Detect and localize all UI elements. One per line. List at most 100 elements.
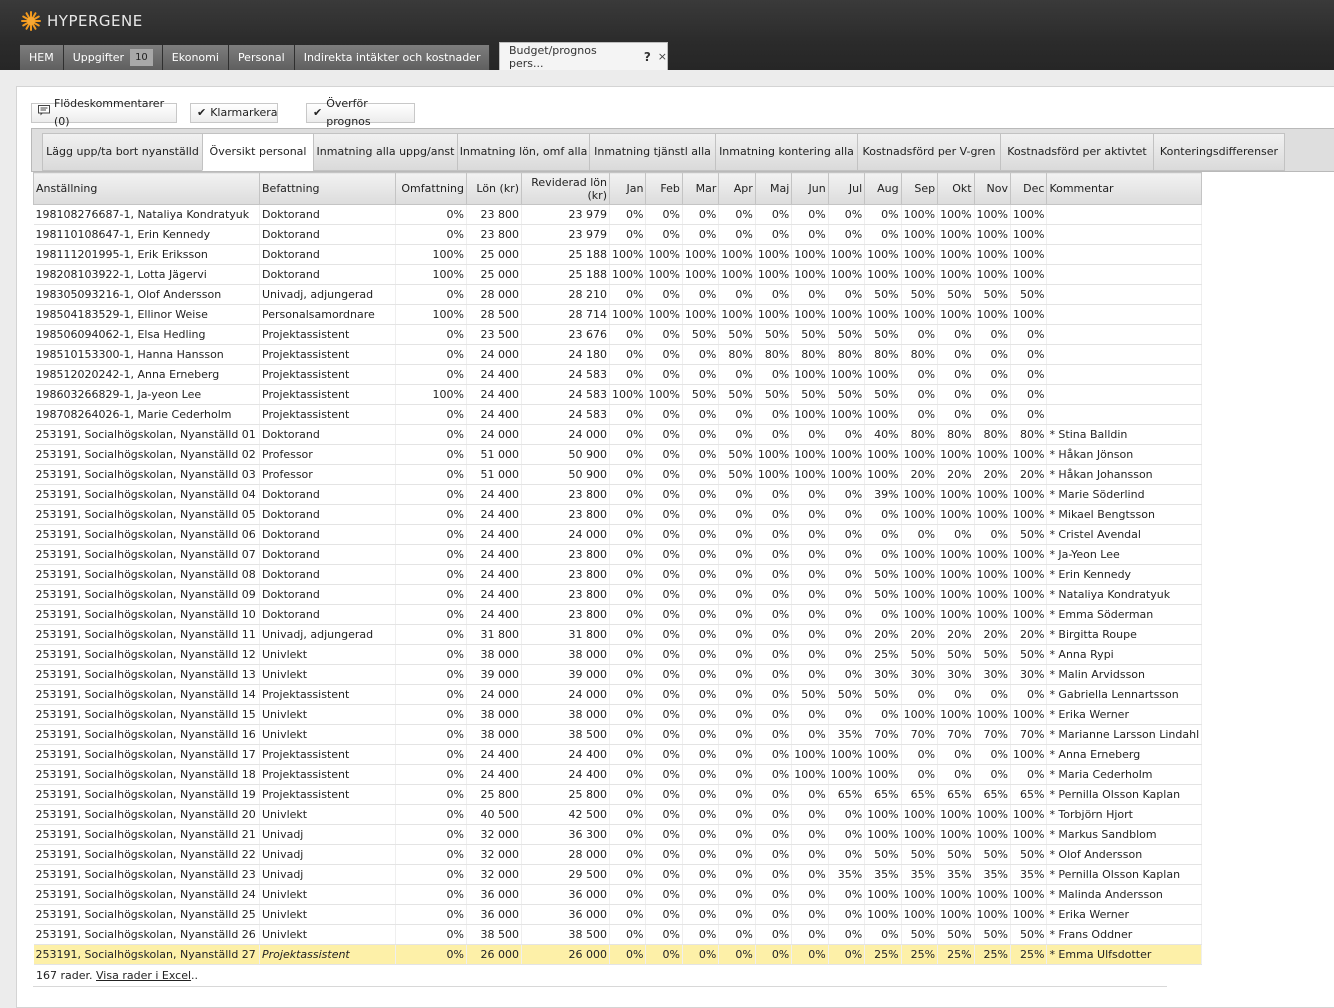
table-row[interactable]: 198603266829-1, Ja-yeon Lee Projektassist…: [33, 384, 1203, 405]
position-cell: Doktorand: [259, 264, 396, 285]
table-row[interactable]: 253191, Socialhögskolan, Nyanställd 03 Pr…: [33, 464, 1203, 485]
column-header[interactable]: Apr: [718, 172, 756, 205]
subtab-input-posting[interactable]: Inmatning kontering alla: [715, 133, 858, 171]
table-row[interactable]: 253191, Socialhögskolan, Nyanställd 20 Un…: [33, 804, 1203, 825]
column-header[interactable]: Maj: [754, 172, 793, 205]
subtab-posting-differences[interactable]: Konteringsdifferenser: [1153, 133, 1285, 171]
column-header[interactable]: Lön (kr): [466, 172, 522, 205]
column-header[interactable]: Sep: [900, 172, 939, 205]
table-row[interactable]: 253191, Socialhögskolan, Nyanställd 25 Un…: [33, 904, 1203, 925]
help-icon[interactable]: ?: [644, 50, 651, 64]
value-cell: 0%: [395, 544, 467, 565]
position-cell: Univlekt: [259, 904, 396, 925]
hypergene-logo[interactable]: HYPERGENE: [20, 10, 143, 32]
value-cell: 0%: [395, 464, 467, 485]
table-row[interactable]: 253191, Socialhögskolan, Nyanställd 27 Pr…: [33, 944, 1203, 965]
subtab-input-salary[interactable]: Inmatning lön, omf alla: [457, 133, 590, 171]
value-cell: 0%: [864, 204, 902, 225]
comment-cell: [1046, 344, 1203, 365]
column-header[interactable]: Dec: [1009, 172, 1048, 205]
table-row[interactable]: 253191, Socialhögskolan, Nyanställd 09 Do…: [33, 584, 1203, 605]
value-cell: 0%: [901, 324, 939, 345]
column-header[interactable]: Feb: [645, 172, 683, 205]
subtab-cost-per-branch[interactable]: Kostnadsförd per V-gren: [857, 133, 1001, 171]
table-row[interactable]: 253191, Socialhögskolan, Nyanställd 05 Do…: [33, 504, 1203, 525]
open-document-tab[interactable]: Budget/prognos pers... ? ×: [499, 42, 668, 70]
column-header[interactable]: Befattning: [259, 172, 396, 205]
subtab-personnel-overview[interactable]: Översikt personal: [202, 133, 314, 171]
table-row[interactable]: 253191, Socialhögskolan, Nyanställd 26 Un…: [33, 924, 1203, 945]
column-header[interactable]: Jun: [791, 172, 829, 205]
nav-tab-hem[interactable]: HEM: [20, 45, 64, 70]
column-header[interactable]: Kommentar: [1046, 172, 1203, 205]
value-cell: 100%: [1010, 744, 1048, 765]
nav-tab-ekonomi[interactable]: Ekonomi: [162, 45, 229, 70]
value-cell: 23 800: [521, 544, 610, 565]
table-row[interactable]: 253191, Socialhögskolan, Nyanställd 12 Un…: [33, 644, 1203, 665]
column-header[interactable]: Anställning: [33, 172, 260, 205]
comment-cell: * Ja-Yeon Lee: [1046, 544, 1203, 565]
table-row[interactable]: 253191, Socialhögskolan, Nyanställd 04 Do…: [33, 484, 1203, 505]
table-row[interactable]: 253191, Socialhögskolan, Nyanställd 13 Un…: [33, 664, 1203, 685]
value-cell: 50%: [864, 384, 902, 405]
table-row[interactable]: 198506094062-1, Elsa Hedling Projektassis…: [33, 324, 1203, 345]
table-row[interactable]: 253191, Socialhögskolan, Nyanställd 21 Un…: [33, 824, 1203, 845]
subtab-input-all[interactable]: Inmatning alla uppg/anst: [313, 133, 458, 171]
table-row[interactable]: 253191, Socialhögskolan, Nyanställd 06 Do…: [33, 524, 1203, 545]
table-row[interactable]: 198708264026-1, Marie Cederholm Projektas…: [33, 404, 1203, 425]
nav-tab-indirekta[interactable]: Indirekta intäkter och kostnader: [294, 45, 491, 70]
subtab-input-leave[interactable]: Inmatning tjänstl alla: [589, 133, 716, 171]
column-header[interactable]: Omfattning: [395, 172, 467, 205]
mark-done-button[interactable]: ✔ Klarmarkera: [190, 103, 278, 123]
value-cell: 24 400: [466, 524, 522, 545]
table-row[interactable]: 198512020242-1, Anna Erneberg Projektassi…: [33, 364, 1203, 385]
table-row[interactable]: 198504183529-1, Ellinor Weise Personalsam…: [33, 304, 1203, 325]
table-row[interactable]: 253191, Socialhögskolan, Nyanställd 17 Pr…: [33, 744, 1203, 765]
table-row[interactable]: 198208103922-1, Lotta Jägervi Doktorand 10…: [33, 264, 1203, 285]
table-row[interactable]: 253191, Socialhögskolan, Nyanställd 11 Un…: [33, 624, 1203, 645]
table-row[interactable]: 253191, Socialhögskolan, Nyanställd 10 Do…: [33, 604, 1203, 625]
value-cell: 100%: [974, 224, 1011, 245]
table-row[interactable]: 198108276687-1, Nataliya Kondratyuk Dokto…: [33, 204, 1203, 225]
column-header[interactable]: Aug: [864, 172, 902, 205]
table-row[interactable]: 253191, Socialhögskolan, Nyanställd 08 Do…: [33, 564, 1203, 585]
table-row[interactable]: 253191, Socialhögskolan, Nyanställd 22 Un…: [33, 844, 1203, 865]
nav-tab-label: Ekonomi: [171, 51, 219, 64]
table-row[interactable]: 253191, Socialhögskolan, Nyanställd 19 Pr…: [33, 784, 1203, 805]
table-row[interactable]: 198305093216-1, Olof Andersson Univadj, a…: [33, 284, 1203, 305]
value-cell: 0%: [828, 924, 866, 945]
nav-tab-uppgifter[interactable]: Uppgifter 10: [63, 45, 163, 70]
column-header[interactable]: Jul: [827, 172, 866, 205]
nav-tab-personal[interactable]: Personal: [228, 45, 295, 70]
table-row[interactable]: 253191, Socialhögskolan, Nyanställd 16 Un…: [33, 724, 1203, 745]
flow-comments-button[interactable]: Flödeskommentarer (0): [31, 97, 177, 128]
table-row[interactable]: 253191, Socialhögskolan, Nyanställd 18 Pr…: [33, 764, 1203, 785]
value-cell: 0%: [791, 644, 829, 665]
transfer-forecast-button[interactable]: ✔ Överför prognos: [306, 97, 415, 128]
subtab-add-remove-new-hire[interactable]: Lägg upp/ta bort nyanställd: [42, 133, 203, 171]
subtab-cost-per-activity[interactable]: Kostnadsförd per aktivtet: [1000, 133, 1154, 171]
excel-export-link[interactable]: Visa rader i Excel: [96, 969, 191, 982]
table-row[interactable]: 253191, Socialhögskolan, Nyanställd 15 Un…: [33, 704, 1203, 725]
value-cell: 0%: [682, 744, 720, 765]
table-row[interactable]: 198111201995-1, Erik Eriksson Doktorand 10…: [33, 244, 1203, 265]
table-row[interactable]: 253191, Socialhögskolan, Nyanställd 23 Un…: [33, 864, 1203, 885]
value-cell: 0%: [645, 784, 683, 805]
value-cell: 0%: [937, 384, 975, 405]
table-row[interactable]: 253191, Socialhögskolan, Nyanställd 02 Pr…: [33, 444, 1203, 465]
table-row[interactable]: 253191, Socialhögskolan, Nyanställd 01 Do…: [33, 424, 1203, 445]
table-row[interactable]: 198510153300-1, Hanna Hansson Projektassi…: [33, 344, 1203, 365]
column-header[interactable]: Reviderad lön (kr): [521, 172, 610, 205]
column-header[interactable]: Mar: [681, 172, 720, 205]
table-row[interactable]: 253191, Socialhögskolan, Nyanställd 24 Un…: [33, 884, 1203, 905]
column-header[interactable]: Okt: [937, 172, 975, 205]
column-header[interactable]: Nov: [973, 172, 1011, 205]
employment-cell: 253191, Socialhögskolan, Nyanställd 23: [33, 864, 260, 885]
table-row[interactable]: 253191, Socialhögskolan, Nyanställd 07 Do…: [33, 544, 1203, 565]
table-row[interactable]: 198110108647-1, Erin Kennedy Doktorand 0% 2…: [33, 224, 1203, 245]
value-cell: 0%: [395, 224, 467, 245]
value-cell: 100%: [828, 464, 866, 485]
close-icon[interactable]: ×: [658, 50, 667, 63]
column-header[interactable]: Jan: [608, 172, 647, 205]
table-row[interactable]: 253191, Socialhögskolan, Nyanställd 14 Pr…: [33, 684, 1203, 705]
